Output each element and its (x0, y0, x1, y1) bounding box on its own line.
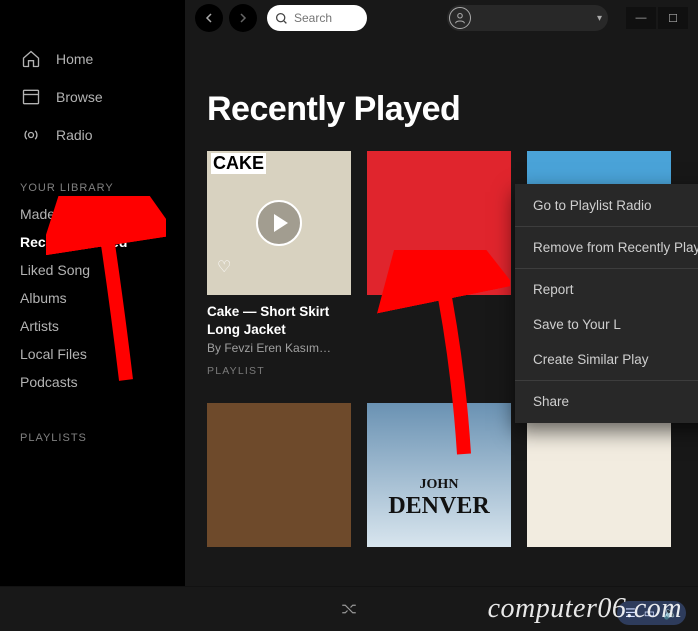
lib-albums[interactable]: Albums (0, 284, 185, 312)
sidebar: Home Browse Radio YOUR LIBRARY Made For … (0, 0, 185, 631)
user-menu[interactable]: ▾ (447, 5, 608, 31)
ctx-save-to-library[interactable]: Save to Your L (515, 307, 698, 342)
user-name (479, 11, 589, 25)
nav-radio-label: Radio (56, 127, 93, 143)
watermark: computer06.com (488, 593, 682, 625)
media-card[interactable] (367, 151, 511, 377)
nav-browse[interactable]: Browse (0, 78, 185, 116)
window-maximize-button[interactable]: ☐ (658, 7, 688, 29)
nav-forward-button[interactable] (229, 4, 257, 32)
search-icon (275, 12, 288, 25)
ctx-remove-from-recently-played[interactable]: Remove from Recently Played (515, 230, 698, 265)
search-input[interactable] (294, 11, 354, 25)
nav-home[interactable]: Home (0, 40, 185, 78)
cover-text: DENVER (367, 493, 511, 520)
card-type: PLAYLIST (207, 365, 351, 377)
album-cover[interactable]: CAKE ♡ (207, 151, 351, 295)
lib-artists[interactable]: Artists (0, 312, 185, 340)
play-button[interactable] (256, 200, 302, 246)
album-cover[interactable] (527, 403, 671, 547)
cover-text: JOHN (367, 477, 511, 493)
radio-icon (20, 124, 42, 146)
page-title: Recently Played (207, 90, 676, 129)
home-icon (20, 48, 42, 70)
album-cover[interactable] (367, 151, 511, 295)
lib-local-files[interactable]: Local Files (0, 340, 185, 368)
lib-podcasts[interactable]: Podcasts (0, 368, 185, 396)
library-header: YOUR LIBRARY (0, 168, 185, 200)
context-menu: Go to Playlist Radio Remove from Recentl… (515, 184, 698, 423)
chevron-down-icon: ▾ (597, 13, 602, 24)
album-cover[interactable] (207, 403, 351, 547)
heart-icon[interactable]: ♡ (217, 257, 231, 277)
search-box[interactable] (267, 5, 367, 31)
media-card[interactable]: JOHN DENVER (367, 403, 511, 547)
nav-home-label: Home (56, 51, 93, 67)
window-minimize-button[interactable]: — (626, 7, 656, 29)
card-subtitle: By Fevzi Eren Kasım… (207, 341, 351, 355)
browse-icon (20, 86, 42, 108)
nav-radio[interactable]: Radio (0, 116, 185, 154)
lib-liked-songs[interactable]: Liked Song (0, 256, 185, 284)
media-card[interactable] (527, 403, 671, 547)
shuffle-icon[interactable] (340, 600, 358, 618)
user-avatar-icon (449, 7, 471, 29)
playlists-header: PLAYLISTS (0, 418, 185, 450)
album-cover[interactable]: JOHN DENVER (367, 403, 511, 547)
media-card[interactable]: CAKE ♡ Cake — Short Skirt Long Jacket By… (207, 151, 351, 377)
lib-made-for-you[interactable]: Made For You (0, 200, 185, 228)
recently-played-grid-row2: JOHN DENVER (207, 403, 676, 547)
media-card[interactable] (207, 403, 351, 547)
nav-back-button[interactable] (195, 4, 223, 32)
card-title: Cake — Short Skirt Long Jacket (207, 303, 351, 338)
ctx-share[interactable]: Share (515, 384, 698, 419)
topbar: ▾ — ☐ (185, 0, 698, 36)
ctx-create-similar-playlist[interactable]: Create Similar Play (515, 342, 698, 377)
main-content: ▾ — ☐ Recently Played CAKE ♡ (185, 0, 698, 631)
lib-recently-played[interactable]: Recently Played (0, 228, 185, 256)
ctx-go-to-playlist-radio[interactable]: Go to Playlist Radio (515, 188, 698, 223)
ctx-report[interactable]: Report (515, 272, 698, 307)
nav-browse-label: Browse (56, 89, 103, 105)
